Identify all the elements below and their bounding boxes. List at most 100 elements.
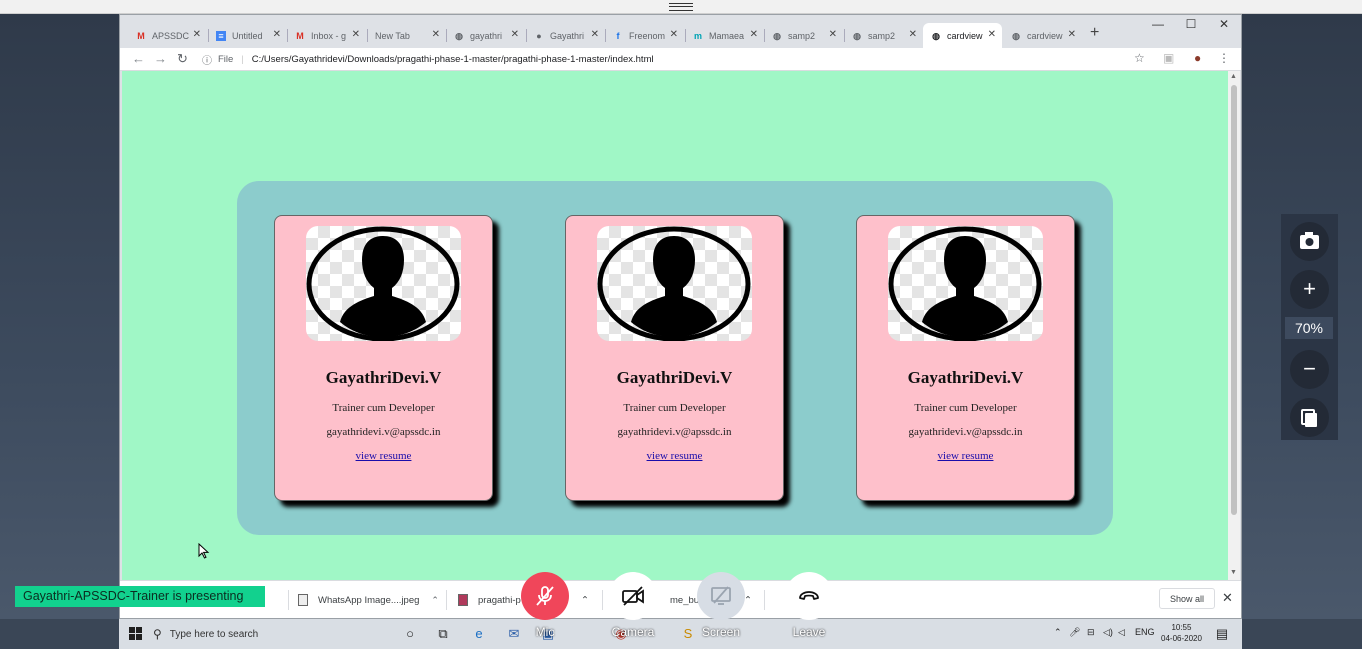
close-icon[interactable]: ✕ xyxy=(511,29,519,40)
address-divider: | xyxy=(241,54,244,65)
clock-date: 04-06-2020 xyxy=(1161,634,1202,643)
scroll-up-icon[interactable]: ▲ xyxy=(1230,73,1237,80)
tab-samp2-2[interactable]: ◍ samp2 ✕ xyxy=(844,23,923,48)
scroll-down-icon[interactable]: ▼ xyxy=(1230,569,1237,576)
close-icon[interactable]: ✕ xyxy=(273,29,281,40)
camera-button[interactable] xyxy=(609,572,657,620)
chevron-up-icon[interactable]: ⌃ xyxy=(431,595,439,606)
close-icon[interactable]: ✕ xyxy=(193,29,201,40)
drag-handle-icon[interactable] xyxy=(669,3,693,11)
chevron-up-icon[interactable]: ⌃ xyxy=(581,589,589,611)
tab-github[interactable]: ● Gayathri ✕ xyxy=(526,23,605,48)
vertical-scrollbar[interactable]: ▲ ▼ xyxy=(1228,71,1240,580)
tray-chevron-icon[interactable]: ⌃ xyxy=(1054,627,1062,638)
minimize-icon[interactable]: — xyxy=(1143,17,1173,31)
card-name: GayathriDevi.V xyxy=(325,368,442,387)
avatar[interactable]: ● xyxy=(1194,51,1201,65)
downloads-bar: WhatsApp Image....jpeg ⌃ pragathi-p ⌃ me_… xyxy=(120,580,1241,618)
microphone-icon[interactable]: 🎤︎ xyxy=(1069,627,1080,638)
hang-up-icon xyxy=(799,591,819,600)
close-icon[interactable]: ✕ xyxy=(432,29,440,40)
globe-icon: ◍ xyxy=(932,30,940,41)
divider xyxy=(764,590,765,610)
divider xyxy=(446,590,447,610)
screen-off-icon xyxy=(711,586,731,605)
scroll-thumb[interactable] xyxy=(1231,85,1237,515)
mic-button[interactable] xyxy=(521,572,569,620)
card-email: gayathridevi.v@apssdc.in xyxy=(908,426,1023,438)
window-close-icon[interactable]: ✕ xyxy=(1209,17,1239,31)
tab-cardview-active[interactable]: ◍ cardview ✕ xyxy=(923,23,1002,48)
tab-apssdc[interactable]: M APSSDC ✕ xyxy=(128,23,207,48)
card-email: gayathridevi.v@apssdc.in xyxy=(326,426,441,438)
close-icon[interactable]: ✕ xyxy=(988,29,996,40)
screen-share-button[interactable] xyxy=(697,572,745,620)
speaker-icon[interactable]: ◁ xyxy=(1118,627,1125,638)
windows-start-icon[interactable] xyxy=(129,627,143,641)
tab-label: APSSDC xyxy=(152,30,190,41)
zoom-in-button[interactable]: + xyxy=(1290,270,1329,309)
new-tab-button[interactable]: + xyxy=(1090,24,1099,42)
reload-icon[interactable]: ↻ xyxy=(177,51,188,67)
address-bar[interactable]: ⓘ File | C:/Users/Gayathridevi/Downloads… xyxy=(202,50,1150,69)
view-resume-link[interactable]: view resume xyxy=(566,450,783,462)
tab-untitled[interactable]: ≡ Untitled ✕ xyxy=(208,23,287,48)
clock-time: 10:55 xyxy=(1171,623,1192,632)
forward-icon[interactable]: → xyxy=(154,51,167,66)
camera-off-icon xyxy=(622,586,644,606)
close-icon[interactable]: ✕ xyxy=(591,29,599,40)
show-all-button[interactable]: Show all xyxy=(1159,588,1215,609)
task-view-icon[interactable]: ⧉ xyxy=(434,625,452,643)
camera-snapshot-icon[interactable] xyxy=(1290,222,1329,261)
tab-freenom[interactable]: f Freenom ✕ xyxy=(605,23,684,48)
language-indicator[interactable]: ENG xyxy=(1135,627,1155,637)
bookmark-star-icon[interactable]: ☆ xyxy=(1134,51,1145,65)
back-icon[interactable]: ← xyxy=(132,51,145,66)
volume-icon[interactable]: ◁) xyxy=(1103,627,1113,638)
cortana-icon[interactable]: ○ xyxy=(401,625,419,643)
download-filename: pragathi-p xyxy=(478,594,521,606)
notification-icon[interactable]: ▤ xyxy=(1213,625,1231,643)
close-icon[interactable]: ✕ xyxy=(352,29,360,40)
address-url: C:/Users/Gayathridevi/Downloads/pragathi… xyxy=(251,54,654,65)
tab-inbox[interactable]: M Inbox - g ✕ xyxy=(287,23,366,48)
tab-cardview[interactable]: ◍ cardview ✕ xyxy=(1003,23,1082,48)
search-icon: ⚲ xyxy=(153,627,162,641)
zoom-out-button[interactable]: − xyxy=(1290,350,1329,389)
globe-icon: ◍ xyxy=(773,30,781,41)
extension-icon[interactable]: ▣ xyxy=(1163,51,1174,65)
avatar xyxy=(597,226,752,341)
freenom-icon: f xyxy=(616,30,620,41)
globe-icon: ◍ xyxy=(455,30,463,41)
close-icon[interactable]: ✕ xyxy=(750,29,758,40)
download-item[interactable]: WhatsApp Image....jpeg ⌃ xyxy=(298,589,439,611)
close-icon[interactable]: ✕ xyxy=(1068,29,1076,40)
close-icon[interactable]: ✕ xyxy=(670,29,678,40)
leave-button[interactable] xyxy=(785,572,833,620)
tab-samp2[interactable]: ◍ samp2 ✕ xyxy=(764,23,843,48)
taskbar-search[interactable]: ⚲ Type here to search xyxy=(153,623,393,645)
download-item[interactable]: pragathi-p xyxy=(458,589,521,611)
tab-gayathri[interactable]: ◍ gayathri ✕ xyxy=(446,23,525,48)
user-silhouette-icon xyxy=(597,226,751,341)
copy-icon[interactable] xyxy=(1290,398,1329,437)
close-icon[interactable]: ✕ xyxy=(909,29,917,40)
maximize-icon[interactable]: ☐ xyxy=(1176,17,1206,31)
close-icon[interactable]: ✕ xyxy=(1222,590,1233,606)
tab-label: New Tab xyxy=(375,30,410,41)
chevron-up-icon[interactable]: ⌃ xyxy=(744,589,752,611)
tab-label: Inbox - g xyxy=(311,30,347,41)
tab-mamaea[interactable]: m Mamaea ✕ xyxy=(685,23,764,48)
info-icon[interactable]: ⓘ xyxy=(202,52,212,67)
avatar xyxy=(306,226,461,341)
profile-card: GayathriDevi.V Trainer cum Developer gay… xyxy=(565,215,784,501)
menu-icon[interactable]: ⋮ xyxy=(1218,51,1230,65)
view-resume-link[interactable]: view resume xyxy=(275,450,492,462)
system-clock[interactable]: 10:55 04-06-2020 xyxy=(1161,622,1202,644)
view-resume-link[interactable]: view resume xyxy=(857,450,1074,462)
edge-icon[interactable]: e xyxy=(470,625,488,643)
zoom-level: 70% xyxy=(1285,317,1333,339)
network-icon[interactable]: ⊟ xyxy=(1087,627,1095,638)
tab-new-tab[interactable]: New Tab ✕ xyxy=(367,23,446,48)
close-icon[interactable]: ✕ xyxy=(829,29,837,40)
